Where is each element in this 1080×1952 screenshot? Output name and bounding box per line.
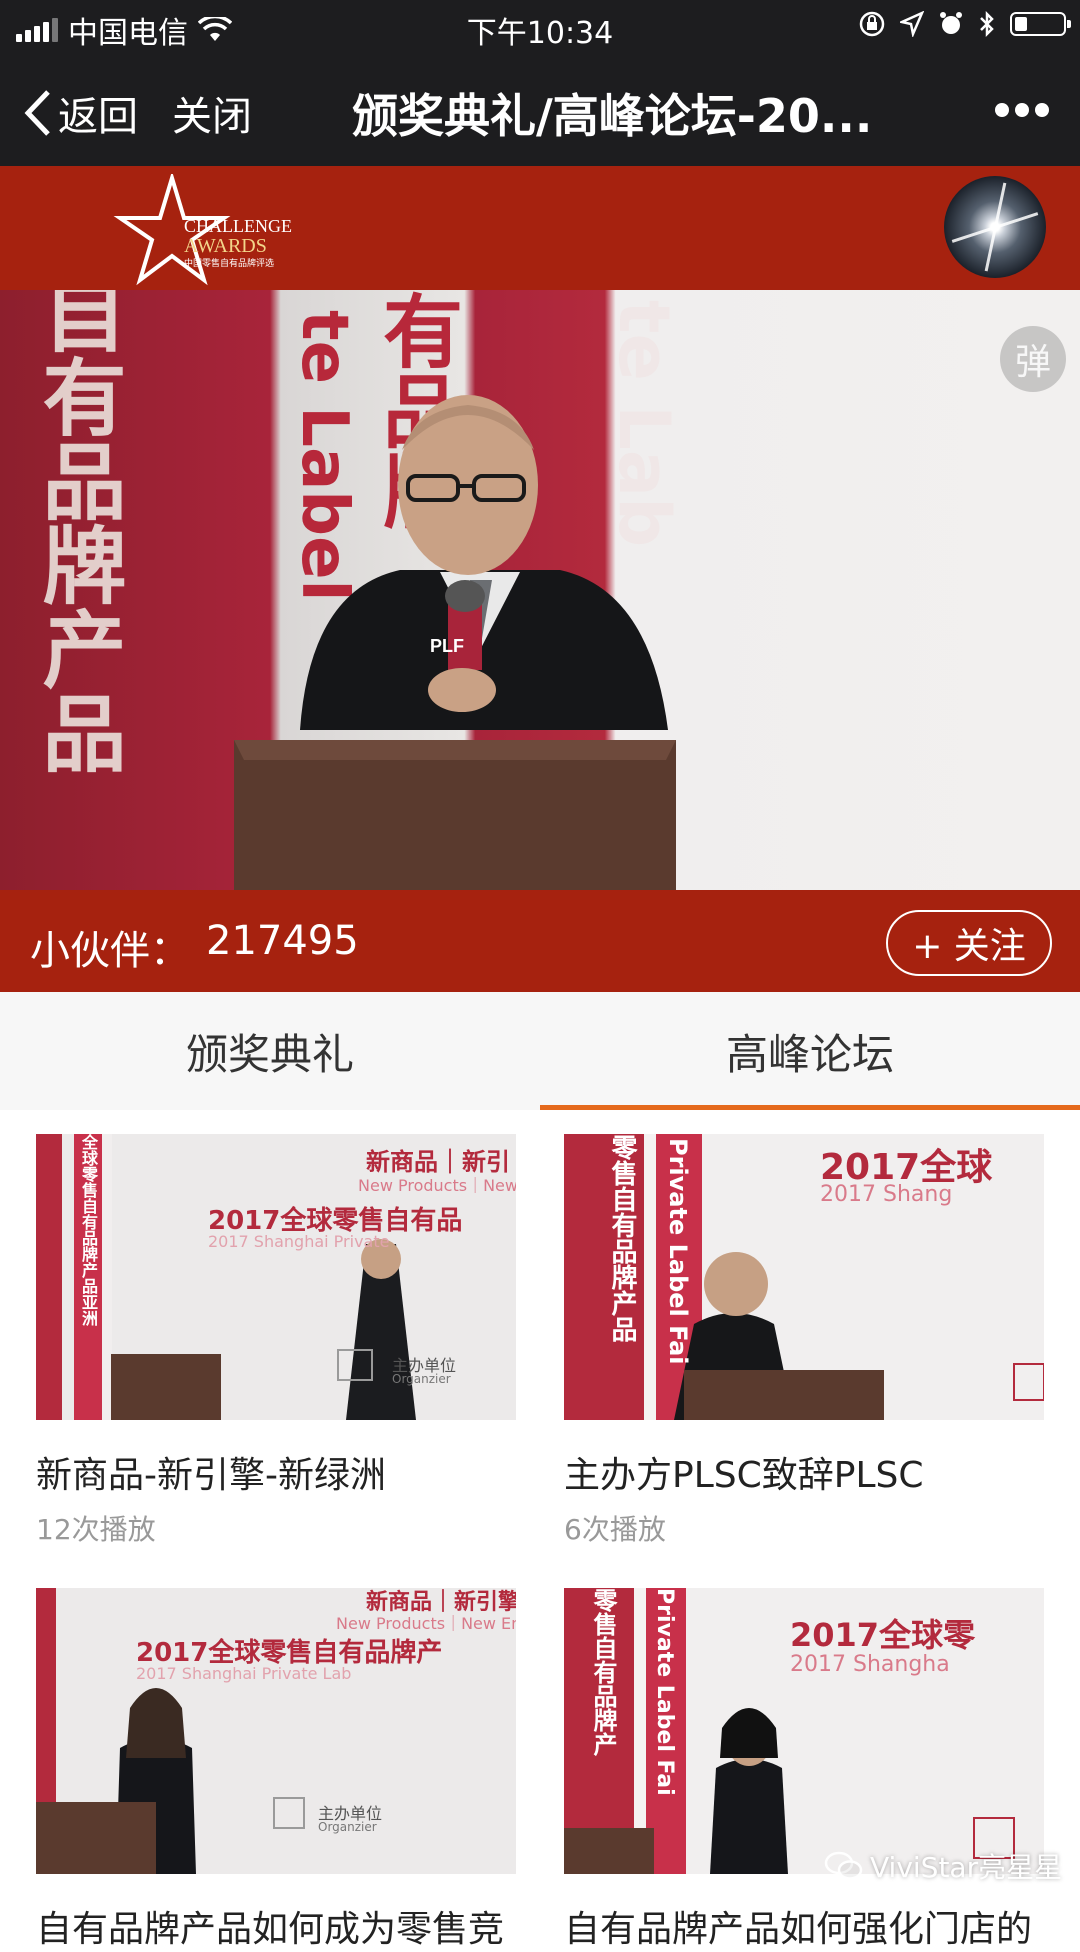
thumb-organizer-en: Organzier	[392, 1372, 451, 1386]
thumb-en-title: 2017 Shanghai Private	[208, 1232, 390, 1251]
tab-bar: 颁奖典礼 高峰论坛	[0, 992, 1080, 1110]
danmu-toggle-button[interactable]: 弹	[1000, 326, 1066, 392]
video-title[interactable]: 自有品牌产品如何强化门店的	[564, 1900, 1044, 1952]
battery-level	[1015, 17, 1027, 31]
follower-label: 小伙伴：	[30, 928, 190, 974]
logo-text-awards: AWARDS	[184, 235, 267, 257]
thumb-subheading: 2017 Shangha	[790, 1652, 950, 1677]
play-count: 6次播放	[564, 1513, 666, 1546]
tab-summit-forum[interactable]: 高峰论坛	[540, 992, 1080, 1110]
video-thumbnail[interactable]: 2017全球零 2017 Shangha 零售自有品牌产 Private Lab…	[564, 1588, 1044, 1874]
brand-banner: CHALLENGE AWARDS 中国零售自有品牌评选	[0, 166, 1080, 290]
battery-icon	[1010, 12, 1071, 36]
thumb-side-text-en: Private Label Fai	[664, 1138, 692, 1365]
back-label: 返回	[58, 94, 138, 140]
video-title[interactable]: 新商品-新引擎-新绿洲	[36, 1446, 516, 1498]
video-card[interactable]: 2017全球 2017 Shang 零售自有品牌产品 Private Label…	[564, 1134, 1044, 1548]
chevron-left-icon	[24, 90, 50, 136]
challenge-awards-logo: CHALLENGE AWARDS 中国零售自有品牌评选	[113, 174, 292, 286]
video-card[interactable]: 新商品｜新引 New Products｜New 2017全球零售自有品 2017…	[36, 1134, 516, 1548]
watermark-text: ViviStar亮星星	[870, 1851, 1063, 1884]
video-card[interactable]: 2017全球零 2017 Shangha 零售自有品牌产 Private Lab…	[564, 1588, 1044, 1952]
status-bar: 中国电信 下午10:34	[0, 0, 1080, 54]
page-title: 颁奖典礼/高峰论坛-20...	[352, 89, 873, 143]
video-thumbnail[interactable]: 新商品｜新引擎 New Products｜New Engi 2017全球零售自有…	[36, 1588, 516, 1874]
mic-brand-label: PLF	[430, 636, 464, 656]
alarm-clock-icon	[940, 12, 962, 34]
thumb-side-text: 零售自有品牌产	[589, 1588, 617, 1756]
thumb-organizer-en: Organzier	[318, 1820, 377, 1834]
host-avatar[interactable]	[944, 176, 1046, 278]
thumb-heading: 2017全球零	[790, 1616, 976, 1654]
more-options-icon[interactable]	[994, 102, 1050, 118]
thumb-subheading: New Products｜New Engi	[336, 1614, 516, 1633]
play-count: 12次播放	[36, 1513, 156, 1546]
video-thumbnail[interactable]: 新商品｜新引 New Products｜New 2017全球零售自有品 2017…	[36, 1134, 516, 1420]
account-watermark: ViviStar亮星星	[824, 1846, 1062, 1886]
video-player[interactable]: 自有品牌产品 有品牌 te Label te Lab PLF 弹	[0, 290, 1080, 890]
rotation-lock-icon	[859, 11, 885, 37]
video-thumbnail[interactable]: 2017全球 2017 Shang 零售自有品牌产品 Private Label…	[564, 1134, 1044, 1420]
speaker-figure: PLF	[234, 395, 676, 890]
thumb-subheading: New Products｜New	[358, 1176, 516, 1195]
thumb-en-title: 2017 Shanghai Private Lab	[136, 1664, 352, 1683]
thumb-side-text: 全球零售自有品牌产品亚洲	[79, 1134, 98, 1326]
video-title[interactable]: 主办方PLSC致辞PLSC	[564, 1446, 1044, 1498]
follower-count: 217495	[206, 918, 359, 964]
nav-bar: 返回 关闭 颁奖典礼/高峰论坛-20...	[0, 54, 1080, 166]
follow-button[interactable]: + 关注	[886, 910, 1052, 976]
video-title[interactable]: 自有品牌产品如何成为零售竞	[36, 1900, 516, 1952]
logo-text-subtitle: 中国零售自有品牌评选	[184, 257, 274, 268]
wechat-icon	[824, 1851, 863, 1880]
thumb-side-text-en: Private Label Fai	[652, 1588, 677, 1796]
video-card[interactable]: 新商品｜新引擎 New Products｜New Engi 2017全球零售自有…	[36, 1588, 516, 1952]
location-arrow-icon	[900, 11, 924, 37]
thumb-side-text: 零售自有品牌产品	[607, 1134, 637, 1342]
close-button[interactable]: 关闭	[172, 84, 252, 142]
follower-bar: 小伙伴： 217495 + 关注	[0, 890, 1080, 992]
thumb-subheading: 2017 Shang	[820, 1182, 953, 1207]
logo-text-challenge: CHALLENGE	[184, 216, 292, 236]
bluetooth-icon	[980, 10, 994, 38]
tab-award-ceremony[interactable]: 颁奖典礼	[0, 992, 540, 1110]
back-button[interactable]: 返回	[22, 84, 138, 142]
